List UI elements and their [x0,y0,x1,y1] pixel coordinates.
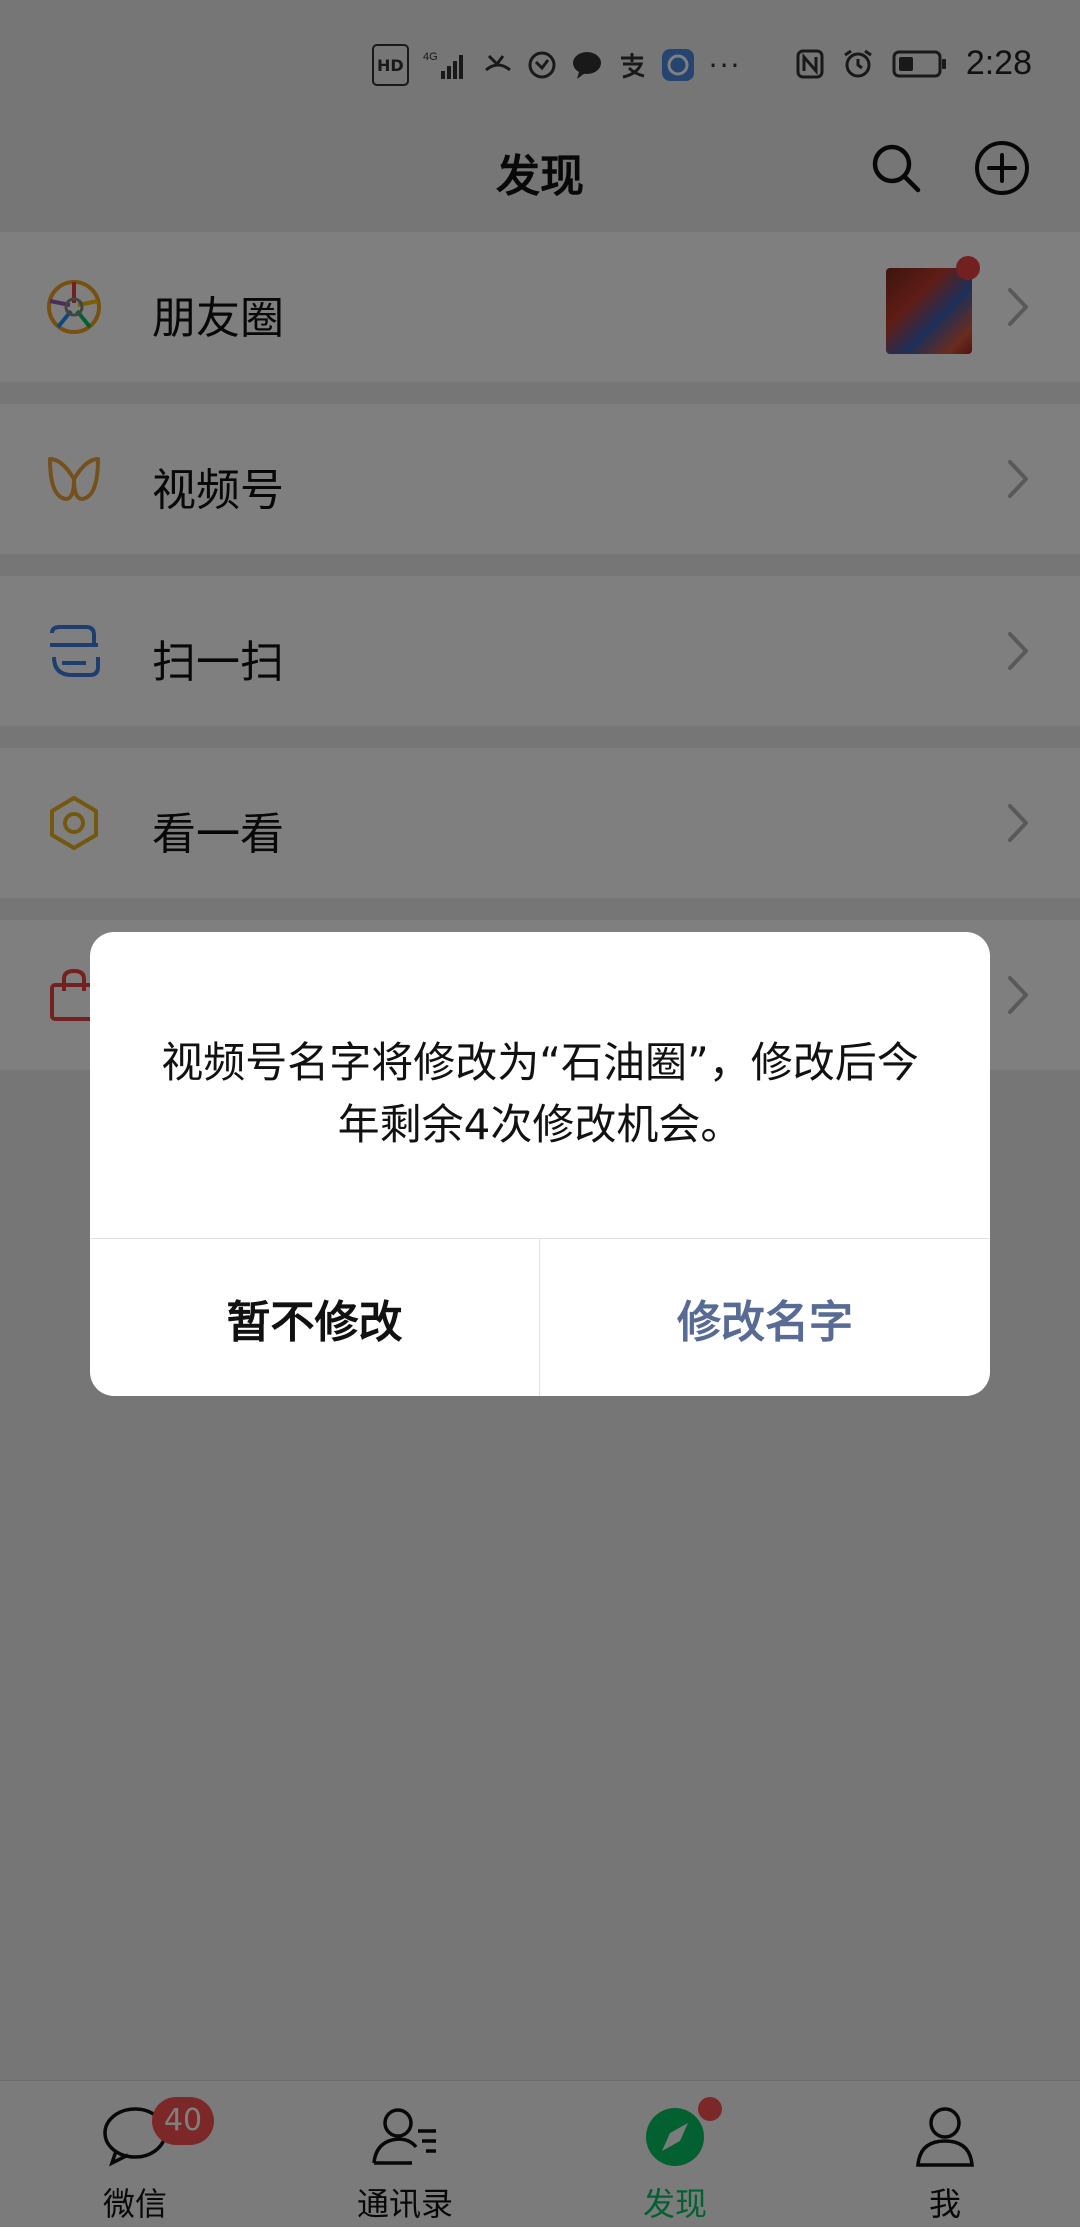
dialog-actions: 暂不修改 修改名字 [90,1238,990,1396]
cancel-button[interactable]: 暂不修改 [90,1239,540,1396]
rename-button[interactable]: 修改名字 [540,1239,990,1396]
dialog-message: 视频号名字将修改为“石油圈”，修改后今年剩余4次修改机会。 [161,1038,919,1149]
rename-confirm-dialog: 视频号名字将修改为“石油圈”，修改后今年剩余4次修改机会。 暂不修改 修改名字 [90,932,990,1396]
